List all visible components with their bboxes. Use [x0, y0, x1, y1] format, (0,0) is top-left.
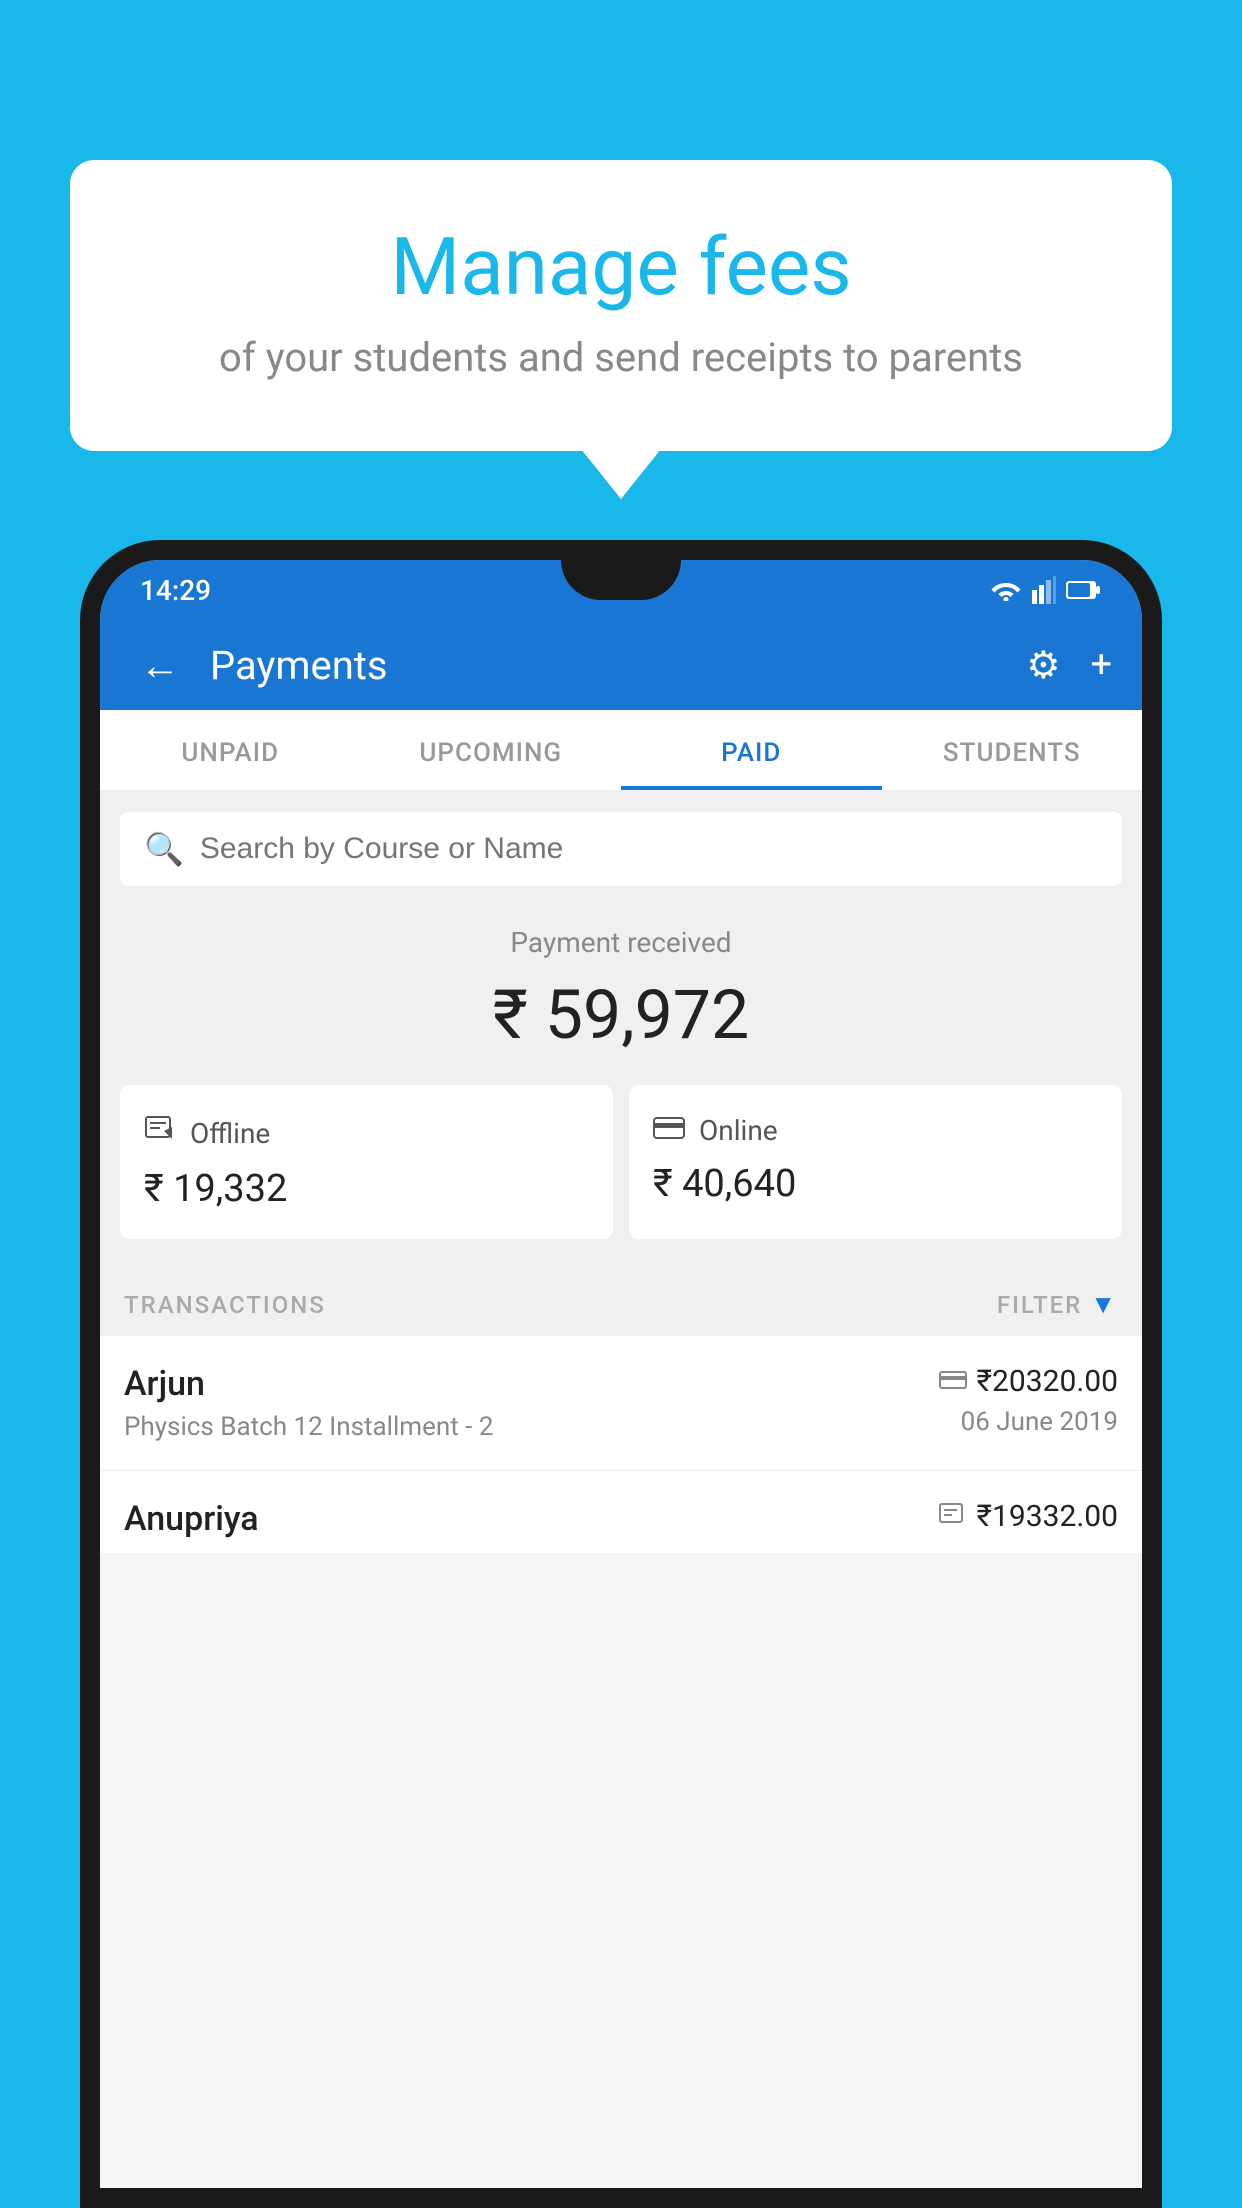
- offline-card: Offline ₹ 19,332: [120, 1085, 613, 1239]
- online-card: Online ₹ 40,640: [629, 1085, 1122, 1239]
- battery-icon: [1066, 579, 1102, 601]
- payment-type-icon-offline: [939, 1501, 967, 1532]
- search-icon: 🔍: [144, 830, 184, 868]
- filter-label: FILTER: [997, 1291, 1082, 1319]
- transaction-course: Physics Batch 12 Installment - 2: [124, 1412, 493, 1442]
- filter-icon: ▼: [1090, 1289, 1118, 1320]
- online-amount: ₹ 40,640: [653, 1162, 1098, 1206]
- transaction-row[interactable]: Arjun Physics Batch 12 Installment - 2 ₹…: [100, 1336, 1142, 1471]
- transaction-date: 06 June 2019: [939, 1407, 1118, 1437]
- payment-cards: Offline ₹ 19,332 Online ₹ 4: [100, 1085, 1142, 1269]
- bubble-title: Manage fees: [120, 220, 1122, 314]
- offline-amount: ₹ 19,332: [144, 1167, 589, 1211]
- page-title: Payments: [210, 642, 1006, 689]
- status-bar: 14:29: [100, 560, 1142, 620]
- search-input[interactable]: [200, 832, 1098, 866]
- tabs-bar: UNPAID UPCOMING PAID STUDENTS: [100, 710, 1142, 792]
- transaction-row[interactable]: Anupriya ₹19332.00: [100, 1471, 1142, 1553]
- transaction-name: Anupriya: [124, 1499, 259, 1539]
- search-bar: 🔍: [120, 812, 1122, 886]
- back-button[interactable]: ←: [130, 632, 190, 699]
- filter-button[interactable]: FILTER ▼: [997, 1289, 1118, 1320]
- settings-icon[interactable]: ⚙: [1026, 643, 1060, 688]
- tab-paid[interactable]: PAID: [621, 710, 882, 790]
- offline-label: Offline: [190, 1117, 270, 1150]
- bubble-subtitle: of your students and send receipts to pa…: [120, 334, 1122, 381]
- tab-upcoming[interactable]: UPCOMING: [361, 710, 622, 790]
- status-icons: [990, 576, 1102, 604]
- offline-icon: [144, 1113, 176, 1153]
- online-label: Online: [699, 1114, 778, 1147]
- main-content: 🔍 Payment received ₹ 59,972: [100, 792, 1142, 1553]
- payment-total-amount: ₹ 59,972: [120, 975, 1122, 1055]
- add-icon[interactable]: +: [1090, 643, 1112, 687]
- status-time: 14:29: [140, 574, 211, 607]
- transaction-amount: ₹20320.00: [977, 1364, 1118, 1399]
- transaction-amount: ₹19332.00: [977, 1499, 1118, 1534]
- transactions-label: TRANSACTIONS: [124, 1291, 326, 1319]
- transaction-name: Arjun: [124, 1364, 493, 1404]
- speech-bubble: Manage fees of your students and send re…: [70, 160, 1172, 451]
- tab-students[interactable]: STUDENTS: [882, 710, 1143, 790]
- phone-screen: 14:29: [100, 560, 1142, 2188]
- online-icon: [653, 1113, 685, 1148]
- transactions-header: TRANSACTIONS FILTER ▼: [100, 1269, 1142, 1336]
- payment-received-label: Payment received: [120, 926, 1122, 959]
- app-bar: ← Payments ⚙ +: [100, 620, 1142, 710]
- signal-icon: [1032, 576, 1056, 604]
- notch: [561, 560, 681, 600]
- action-buttons: ⚙ +: [1026, 643, 1112, 688]
- wifi-icon: [990, 579, 1022, 601]
- payment-summary: Payment received ₹ 59,972: [100, 886, 1142, 1085]
- phone-frame: 14:29: [80, 540, 1162, 2208]
- payment-type-icon-card: [939, 1367, 967, 1397]
- tab-unpaid[interactable]: UNPAID: [100, 710, 361, 790]
